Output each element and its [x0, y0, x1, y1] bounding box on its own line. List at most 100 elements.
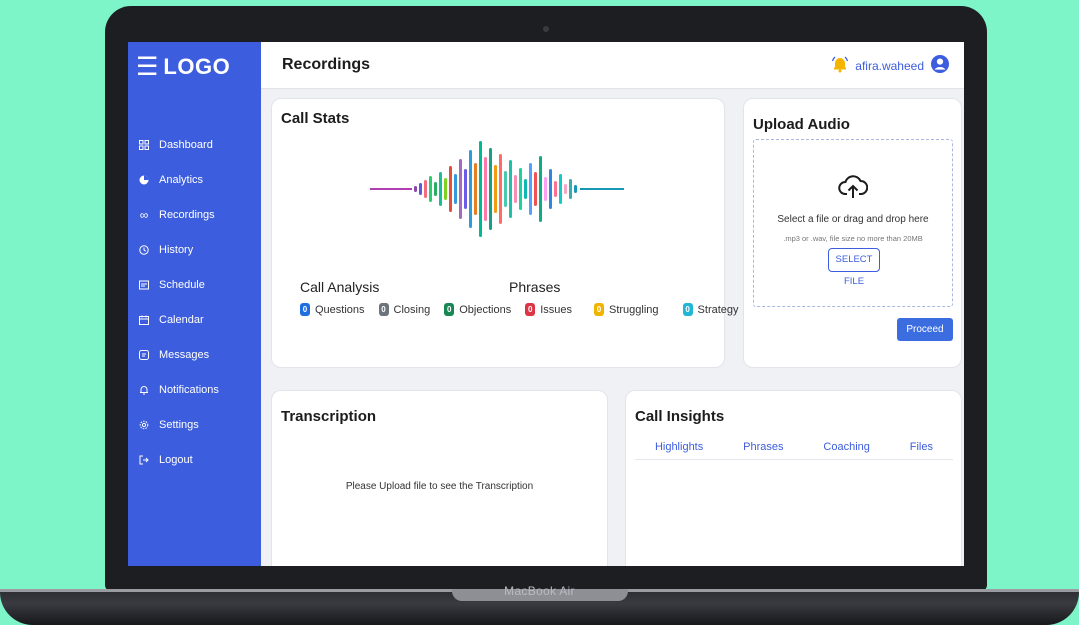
sidebar-item-dashboard[interactable]: Dashboard — [138, 127, 219, 162]
metric-struggling[interactable]: 0 Struggling — [594, 303, 659, 316]
count-badge: 0 — [300, 303, 310, 316]
waveform-bar — [534, 172, 537, 206]
waveform-bar — [509, 160, 512, 218]
metric-strategy[interactable]: 0 Strategy — [682, 303, 739, 316]
waveform-bar — [519, 168, 522, 210]
insights-tabs: Highlights Phrases Coaching Files — [635, 441, 953, 460]
waveform-bar — [504, 171, 507, 207]
count-badge: 0 — [525, 303, 536, 316]
bell-icon — [138, 384, 150, 396]
waveform-bar — [544, 177, 547, 201]
sidebar-item-logout[interactable]: Logout — [138, 442, 219, 477]
audio-waveform-illustration — [370, 141, 624, 237]
call-insights-card: Call Insights Highlights Phrases Coachin… — [625, 390, 962, 566]
page-title: Recordings — [282, 56, 371, 73]
sidebar-item-label: Notifications — [159, 383, 219, 396]
waveform-bar — [549, 169, 552, 209]
waveform-bar — [559, 174, 562, 204]
device-model-label: MacBook Air — [504, 584, 575, 598]
waveform-bar — [539, 156, 542, 222]
waveform-bar — [479, 141, 482, 237]
username[interactable]: afira.waheed — [855, 59, 924, 73]
sidebar: ☰ LOGO Dashboard Analytics ∞ Recordings — [128, 42, 261, 566]
tab-files[interactable]: Files — [910, 441, 933, 459]
waveform-bar — [444, 178, 447, 200]
waveform-bar — [439, 172, 442, 206]
metric-label: Questions — [315, 303, 365, 316]
app-screen: ☰ LOGO Dashboard Analytics ∞ Recordings — [128, 42, 964, 566]
user-avatar-icon[interactable] — [930, 54, 950, 77]
waveform-bar — [499, 154, 502, 224]
metric-label: Struggling — [609, 303, 659, 316]
grid-icon — [138, 139, 150, 151]
waveform-bar — [429, 176, 432, 202]
transcription-empty-message: Please Upload file to see the Transcript… — [345, 481, 534, 492]
waveform-bar — [419, 183, 422, 195]
metric-objections[interactable]: 0 Objections — [444, 303, 511, 316]
sidebar-item-messages[interactable]: Messages — [138, 337, 219, 372]
waveform-bar — [484, 157, 487, 221]
dropzone-text: Select a file or drag and drop here — [777, 214, 929, 225]
waveform-bar — [459, 159, 462, 219]
waveform-bar — [434, 182, 437, 196]
metric-label: Closing — [393, 303, 431, 316]
metric-label: Issues — [540, 303, 572, 316]
sidebar-item-notifications[interactable]: Notifications — [138, 372, 219, 407]
hamburger-menu-icon[interactable]: ☰ — [136, 54, 158, 80]
tab-highlights[interactable]: Highlights — [655, 441, 703, 459]
sidebar-item-calendar[interactable]: Calendar — [138, 302, 219, 337]
waveform-bar — [494, 165, 497, 213]
cloud-upload-icon — [838, 172, 869, 205]
call-insights-title: Call Insights — [635, 408, 725, 425]
file-dropzone[interactable]: Select a file or drag and drop here .mp3… — [753, 139, 953, 307]
metric-issues[interactable]: 0 Issues — [525, 303, 572, 316]
top-bar: Recordings afira.waheed — [261, 42, 964, 89]
sidebar-item-label: History — [159, 243, 194, 256]
call-analysis-title: Call Analysis — [300, 279, 380, 295]
schedule-icon — [138, 279, 150, 291]
sidebar-item-schedule[interactable]: Schedule — [138, 267, 219, 302]
user-menu[interactable]: afira.waheed — [831, 54, 950, 77]
logo-row: ☰ LOGO — [136, 54, 230, 80]
transcription-card: Transcription Please Upload file to see … — [271, 390, 608, 566]
sidebar-item-label: Schedule — [159, 278, 205, 291]
waveform-bar — [424, 180, 427, 198]
metric-label: Strategy — [697, 303, 739, 316]
upload-audio-title: Upload Audio — [753, 116, 850, 133]
gear-icon — [138, 419, 150, 431]
message-icon — [138, 349, 150, 361]
waveform-bar — [449, 166, 452, 212]
waveform-bar — [524, 179, 527, 199]
tab-phrases[interactable]: Phrases — [743, 441, 783, 459]
count-badge: 0 — [594, 303, 604, 316]
metric-questions[interactable]: 0 Questions — [300, 303, 365, 316]
notification-bell-icon[interactable] — [831, 55, 849, 76]
dropzone-hint: .mp3 or .wav, file size no more than 20M… — [783, 234, 923, 243]
sidebar-item-label: Messages — [159, 348, 210, 361]
waveform-bar — [474, 163, 477, 215]
pie-chart-icon — [138, 174, 150, 186]
sidebar-item-recordings[interactable]: ∞ Recordings — [138, 197, 219, 232]
waveform-bar — [469, 150, 472, 228]
phrases-title: Phrases — [509, 279, 561, 295]
logout-icon — [138, 454, 150, 466]
sidebar-item-analytics[interactable]: Analytics — [138, 162, 219, 197]
waveform-bar — [464, 169, 467, 209]
waveform-bars — [414, 141, 577, 237]
metric-closing[interactable]: 0 Closing — [378, 303, 431, 316]
sidebar-item-label: Settings — [159, 418, 199, 431]
waveform-bar — [574, 185, 577, 193]
proceed-button[interactable]: Proceed — [897, 318, 953, 341]
count-badge: 0 — [444, 303, 455, 316]
sidebar-item-settings[interactable]: Settings — [138, 407, 219, 442]
waveform-bar — [564, 184, 567, 194]
camera-dot — [543, 26, 549, 32]
select-file-button[interactable]: SELECT FILE — [828, 248, 880, 287]
waveform-bar — [554, 181, 557, 197]
sidebar-item-label: Logout — [159, 453, 193, 466]
count-badge: 0 — [378, 303, 389, 316]
call-stats-title: Call Stats — [281, 110, 350, 127]
tab-coaching[interactable]: Coaching — [823, 441, 869, 459]
transcription-title: Transcription — [281, 408, 377, 425]
sidebar-item-history[interactable]: History — [138, 232, 219, 267]
